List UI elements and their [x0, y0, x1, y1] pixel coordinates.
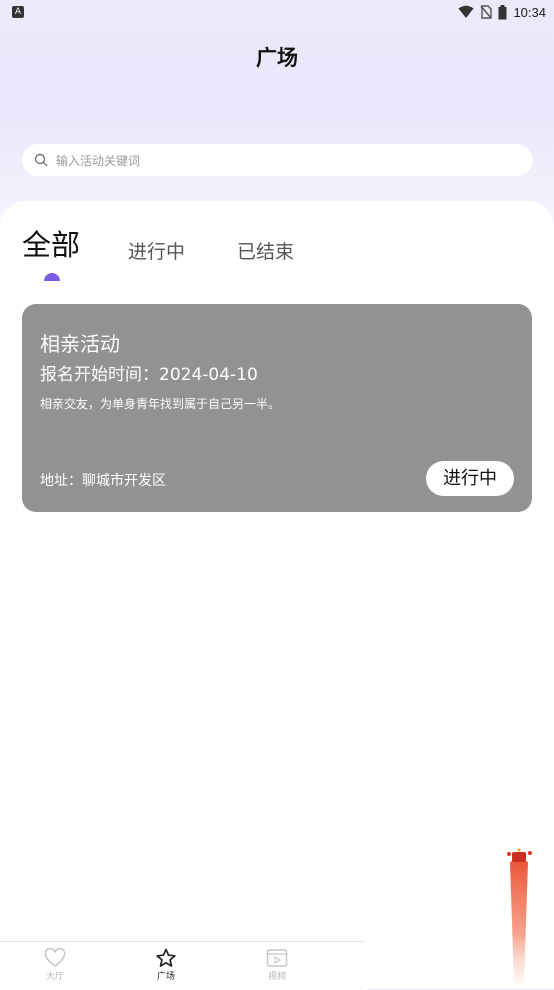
- no-sim-icon: [480, 5, 493, 19]
- nav-item-square[interactable]: 广场: [136, 942, 196, 982]
- status-bar: A 10:34: [0, 0, 554, 24]
- activity-title: 相亲活动: [40, 332, 120, 356]
- tab-ended[interactable]: 已结束: [237, 237, 294, 264]
- floating-gift-decoration[interactable]: [502, 848, 536, 983]
- star-icon: [156, 948, 176, 967]
- activity-start-time: 报名开始时间：2024-04-10: [40, 365, 258, 385]
- page-title: 广场: [256, 46, 298, 70]
- activity-card[interactable]: 相亲活动 报名开始时间：2024-04-10 相亲交友，为单身青年找到属于自己另…: [22, 304, 532, 512]
- bottom-nav: 大厅 广场 视频: [0, 941, 366, 990]
- heart-icon: [44, 948, 66, 967]
- video-icon: [266, 949, 288, 967]
- tab-ongoing[interactable]: 进行中: [128, 237, 185, 264]
- activity-description: 相亲交友，为单身青年找到属于自己另一半。: [40, 397, 281, 411]
- activity-address: 地址：聊城市开发区: [40, 473, 166, 489]
- search-placeholder: 输入活动关键词: [56, 153, 141, 168]
- wifi-icon: [458, 5, 474, 18]
- status-indicators: 10:34: [458, 3, 546, 21]
- nav-item-hall[interactable]: 大厅: [25, 942, 85, 982]
- status-time: 10:34: [513, 4, 546, 20]
- activity-status-badge[interactable]: 进行中: [426, 461, 514, 496]
- notification-a-icon: A: [12, 6, 24, 18]
- tab-all[interactable]: 全部: [22, 222, 80, 264]
- nav-label-video: 视频: [267, 972, 286, 982]
- nav-label-hall: 大厅: [45, 972, 64, 982]
- nav-item-video[interactable]: 视频: [247, 942, 307, 982]
- battery-icon: [498, 4, 507, 19]
- search-input[interactable]: 输入活动关键词: [22, 144, 533, 176]
- nav-label-square: 广场: [156, 972, 175, 982]
- search-icon: [34, 153, 48, 167]
